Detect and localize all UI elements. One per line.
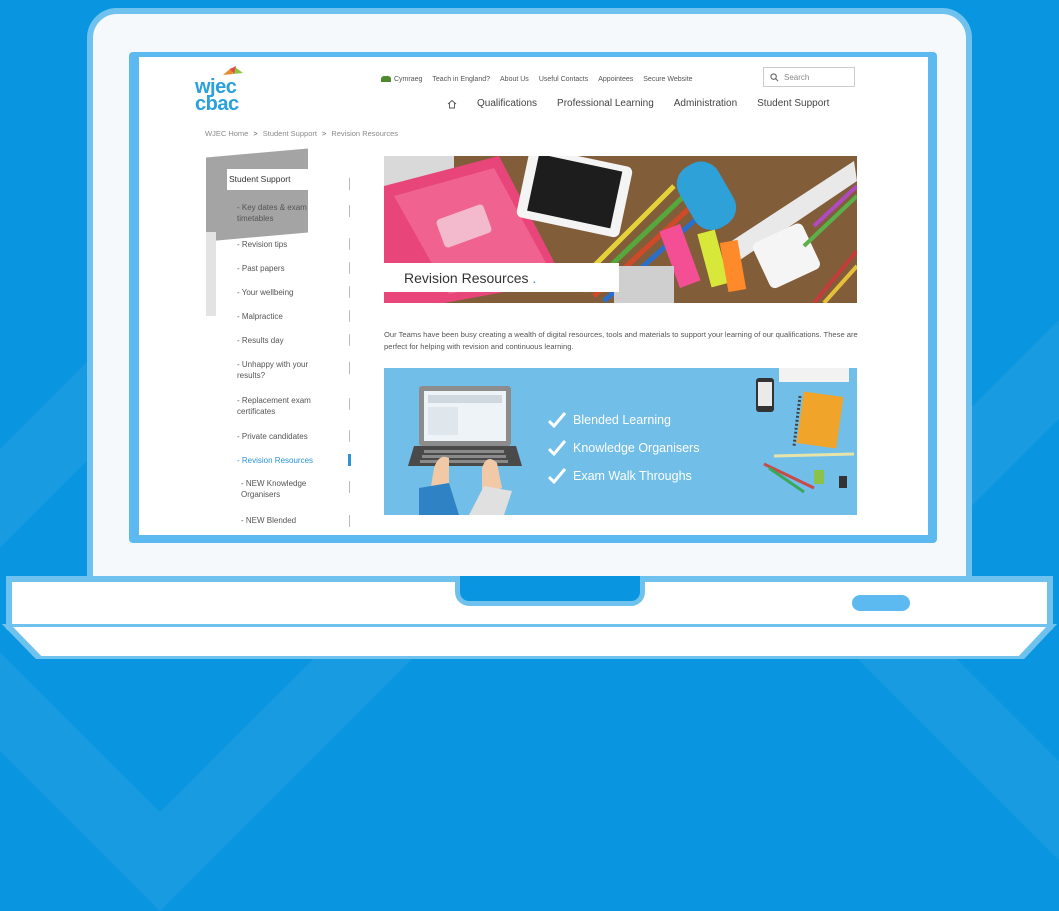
- hero-title-box: Revision Resources .: [384, 263, 619, 292]
- sidebar-divider: [349, 398, 350, 410]
- banner-list: Blended Learning Knowledge Organisers Ex…: [548, 406, 699, 490]
- sidebar-item-knowledge-organisers[interactable]: - NEW Knowledge Organisers: [241, 478, 327, 500]
- top-link-teach-in-england[interactable]: Teach in England?: [432, 76, 490, 83]
- sidebar-item-blended[interactable]: - NEW Blended: [241, 515, 327, 526]
- sidebar-active-indicator: [348, 454, 351, 466]
- welsh-dragon-icon: [381, 75, 391, 82]
- laptop-base-lip: [1, 624, 1058, 659]
- wjec-logo[interactable]: wjec cbac: [195, 65, 255, 115]
- banner-item-blended-learning: Blended Learning: [548, 406, 699, 434]
- sidebar-divider: [349, 481, 350, 493]
- search-placeholder: Search: [784, 72, 810, 82]
- banner-item-knowledge-organisers: Knowledge Organisers: [548, 434, 699, 462]
- search-input[interactable]: Search: [763, 67, 855, 87]
- checkmark-icon: [548, 412, 566, 428]
- top-link-useful-contacts[interactable]: Useful Contacts: [539, 76, 588, 83]
- banner-item-exam-walk-throughs: Exam Walk Throughs: [548, 462, 699, 490]
- nav-qualifications[interactable]: Qualifications: [477, 98, 537, 109]
- sidebar-divider: [349, 310, 350, 322]
- nav-administration[interactable]: Administration: [674, 98, 737, 109]
- checkmark-icon: [548, 468, 566, 484]
- sidebar-item-private-candidates[interactable]: - Private candidates: [237, 431, 342, 442]
- sidebar-divider: [349, 515, 350, 527]
- browser-screen: wjec cbac Cymraeg Teach in England? Abou…: [139, 57, 928, 535]
- nav-student-support[interactable]: Student Support: [757, 98, 829, 109]
- sidebar-divider: [349, 238, 350, 250]
- sidebar-divider: [349, 205, 350, 217]
- home-icon[interactable]: [447, 99, 457, 109]
- sidebar-divider: [349, 178, 350, 190]
- laptop-hinge-notch: [455, 576, 645, 606]
- sidebar-item-results-day[interactable]: - Results day: [237, 335, 342, 346]
- sidebar-divider: [349, 430, 350, 442]
- hero-banner: Revision Resources .: [384, 156, 857, 303]
- laptop-indicator-light: [852, 595, 910, 611]
- breadcrumb-separator: >: [253, 129, 258, 138]
- sidebar-item-revision-resources[interactable]: - Revision Resources: [237, 455, 342, 466]
- sidebar-item-revision-tips[interactable]: - Revision tips: [237, 239, 342, 250]
- page-title: Revision Resources .: [404, 270, 537, 286]
- nav-professional-learning[interactable]: Professional Learning: [557, 98, 654, 109]
- revision-banner[interactable]: Blended Learning Knowledge Organisers Ex…: [384, 368, 857, 515]
- sidebar-item-key-dates[interactable]: - Key dates & exam timetables: [237, 202, 332, 224]
- title-accent-dot: .: [532, 270, 537, 286]
- top-link-cymraeg[interactable]: Cymraeg: [381, 76, 422, 83]
- top-link-about-us[interactable]: About Us: [500, 76, 529, 83]
- breadcrumb-current: Revision Resources: [331, 129, 399, 138]
- sidebar-item-unhappy-results[interactable]: - Unhappy with your results?: [237, 359, 327, 381]
- breadcrumb-student-support[interactable]: Student Support: [263, 129, 317, 138]
- checkmark-icon: [548, 440, 566, 456]
- top-links: Cymraeg Teach in England? About Us Usefu…: [381, 72, 693, 86]
- sidebar-decoration: [206, 148, 308, 242]
- main-nav: Qualifications Professional Learning Adm…: [447, 98, 829, 109]
- sidebar-item-past-papers[interactable]: - Past papers: [237, 263, 342, 274]
- sidebar-divider: [349, 262, 350, 274]
- intro-paragraph: Our Teams have been busy creating a weal…: [384, 330, 858, 351]
- sidebar-title[interactable]: Student Support: [227, 169, 352, 190]
- sidebar-divider: [349, 334, 350, 346]
- sidebar: Student Support: [227, 169, 352, 190]
- breadcrumb: WJEC Home > Student Support > Revision R…: [205, 129, 398, 138]
- breadcrumb-home[interactable]: WJEC Home: [205, 129, 248, 138]
- sidebar-item-malpractice[interactable]: - Malpractice: [237, 311, 342, 322]
- breadcrumb-separator: >: [321, 129, 327, 138]
- sidebar-item-your-wellbeing[interactable]: - Your wellbeing: [237, 287, 342, 298]
- top-link-appointees[interactable]: Appointees: [598, 76, 633, 83]
- sidebar-divider: [349, 286, 350, 298]
- logo-text-cbac: cbac: [195, 93, 239, 115]
- sidebar-divider: [349, 362, 350, 374]
- sidebar-item-replacement-certificates[interactable]: - Replacement exam certificates: [237, 395, 329, 417]
- search-icon: [770, 72, 779, 81]
- sidebar-decoration: [206, 232, 216, 316]
- top-link-secure-website[interactable]: Secure Website: [643, 76, 692, 83]
